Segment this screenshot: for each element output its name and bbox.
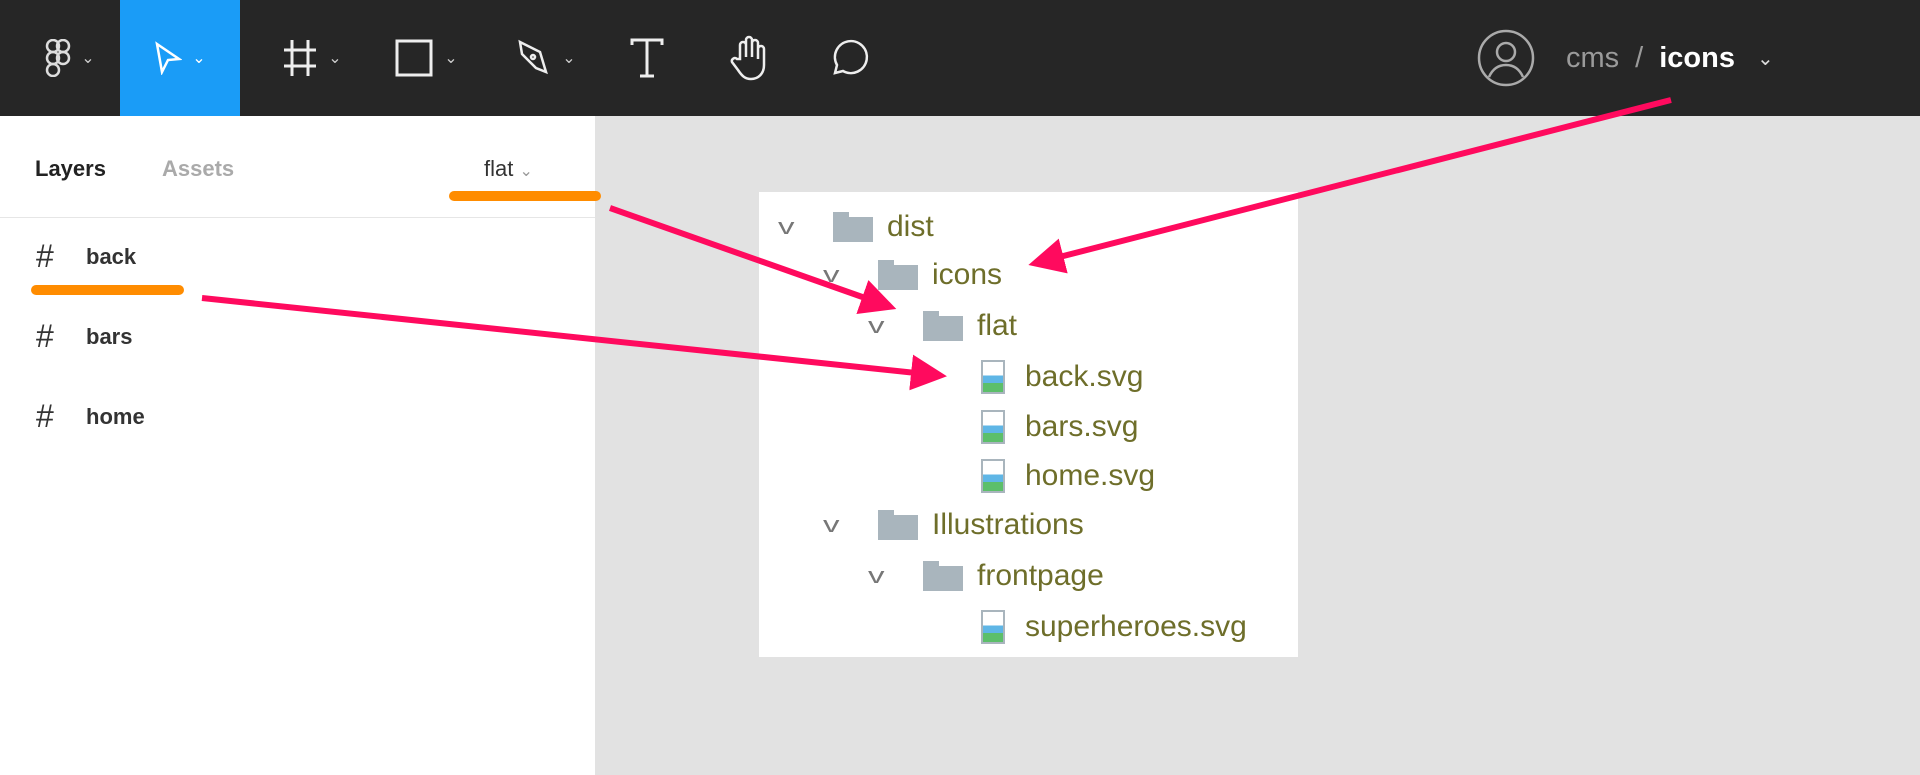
breadcrumb-team[interactable]: cms: [1566, 42, 1619, 75]
folder-name: frontpage: [977, 559, 1104, 592]
pen-icon: [518, 39, 549, 75]
breadcrumb-file[interactable]: icons: [1659, 42, 1735, 75]
layer-item[interactable]: # back: [36, 238, 136, 275]
file-name: bars.svg: [1025, 410, 1139, 443]
folder-icon: [878, 510, 918, 540]
tree-folder-illustrations[interactable]: v Illustrations: [823, 505, 1084, 545]
pen-tool-button[interactable]: ⌄: [506, 0, 586, 116]
breadcrumb: cms / icons ⌄: [1566, 0, 1774, 116]
folder-icon: [923, 561, 963, 591]
hand-icon: [730, 35, 766, 81]
folder-name: flat: [977, 309, 1018, 342]
image-file-icon: [981, 459, 1005, 493]
file-name: home.svg: [1025, 459, 1156, 492]
chevron-down-icon[interactable]: ⌄: [1757, 46, 1774, 71]
folder-name: dist: [887, 210, 934, 243]
file-name: back.svg: [1025, 360, 1144, 393]
text-tool-button[interactable]: [622, 0, 672, 116]
user-avatar[interactable]: [1476, 0, 1536, 116]
folder-name: Illustrations: [932, 508, 1084, 541]
tree-folder-icons[interactable]: v icons: [823, 255, 1003, 295]
image-file-icon: [981, 610, 1005, 644]
figma-logo-icon: [46, 39, 71, 77]
layer-item[interactable]: # bars: [36, 318, 132, 355]
page-select[interactable]: flat ⌄: [484, 156, 533, 182]
rectangle-icon: [395, 39, 433, 77]
tree-file[interactable]: superheroes.svg: [981, 607, 1247, 647]
image-file-icon: [981, 360, 1005, 394]
layer-name: bars: [86, 323, 133, 349]
image-file-icon: [981, 410, 1005, 444]
frame-icon: #: [36, 238, 54, 274]
folder-icon: [833, 212, 873, 242]
cursor-icon: [155, 41, 183, 75]
toolbar: ⌄ ⌄ ⌄ ⌄ ⌄ cms / icons ⌄: [0, 0, 1920, 116]
folder-icon: [923, 311, 963, 341]
frame-hash-icon: [284, 40, 317, 76]
move-tool-button[interactable]: ⌄: [120, 0, 240, 116]
tab-assets[interactable]: Assets: [162, 156, 234, 182]
rectangle-tool-button[interactable]: ⌄: [386, 0, 466, 116]
chevron-down-icon: ⌄: [328, 50, 342, 67]
frame-icon: #: [36, 318, 54, 354]
text-icon: [630, 38, 664, 78]
chevron-down-icon: ⌄: [519, 163, 533, 180]
tree-file[interactable]: home.svg: [981, 456, 1155, 496]
file-name: superheroes.svg: [1025, 610, 1247, 643]
chevron-down-icon: ⌄: [444, 50, 458, 67]
tree-folder-flat[interactable]: v flat: [868, 306, 1018, 346]
layer-name: back: [86, 243, 137, 269]
highlight-underline: [449, 191, 601, 201]
frame-tool-button[interactable]: ⌄: [272, 0, 352, 116]
tree-file[interactable]: bars.svg: [981, 407, 1138, 447]
layers-panel: Layers Assets flat ⌄ # back # bars # home: [0, 116, 601, 775]
frame-icon: #: [36, 398, 54, 434]
breadcrumb-separator: /: [1635, 41, 1644, 74]
chevron-down-icon: ⌄: [562, 50, 576, 67]
avatar-icon: [1477, 29, 1535, 87]
layer-name: home: [86, 403, 145, 429]
tree-folder-frontpage[interactable]: v frontpage: [868, 556, 1104, 596]
tab-layers[interactable]: Layers: [35, 156, 106, 182]
highlight-underline: [31, 285, 184, 295]
layer-item[interactable]: # home: [36, 398, 145, 435]
divider: [0, 217, 595, 218]
folder-name: icons: [932, 258, 1003, 291]
comment-tool-button[interactable]: [822, 0, 874, 116]
tree-folder-dist[interactable]: v dist: [778, 207, 934, 247]
figma-menu-button[interactable]: ⌄: [30, 0, 110, 116]
tree-file[interactable]: back.svg: [981, 357, 1143, 397]
chevron-down-icon: ⌄: [192, 50, 206, 67]
hand-tool-button[interactable]: [722, 0, 774, 116]
chevron-down-icon: ⌄: [81, 50, 95, 67]
folder-icon: [878, 260, 918, 290]
page-select-value: flat: [484, 156, 514, 181]
file-tree: v dist v icons v flat back.svg bars.svg hom…: [759, 192, 1298, 657]
comment-icon: [833, 39, 869, 75]
